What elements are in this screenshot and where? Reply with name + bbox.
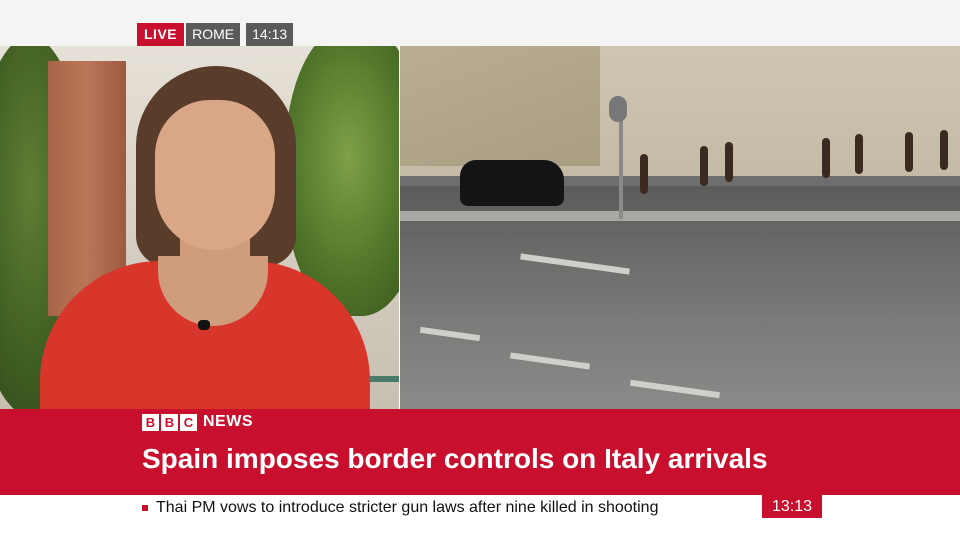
black-suv [460,160,564,206]
runner [855,134,863,174]
reporter [40,66,370,409]
news-ticker: Thai PM vows to introduce stricter gun l… [0,495,960,540]
live-badge: LIVE [137,23,185,46]
reporter-face [155,100,275,250]
lapel-mic [198,320,210,330]
bbc-news-logo: B B C NEWS [142,413,253,431]
bbc-logo-letter: C [180,413,197,431]
ticker-clock: 13:13 [762,495,822,518]
hillside-ramp [400,46,600,166]
reporter-video-panel [0,46,399,409]
location-badge: ROME [186,23,241,46]
news-label: NEWS [203,413,253,430]
local-time-badge: 14:13 [246,23,294,46]
runner [822,138,830,178]
curb [400,211,960,221]
road-sign [609,96,627,122]
live-indicator: LIVE ROME 14:13 [137,23,294,46]
ticker-text: Thai PM vows to introduce stricter gun l… [156,499,659,516]
bbc-logo-letter: B [142,413,159,431]
top-bar: LIVE ROME 14:13 [0,0,960,46]
street-video-panel [400,46,960,409]
runner [700,146,708,186]
headline: Spain imposes border controls on Italy a… [142,443,768,474]
runner [905,132,913,172]
lower-third: B B C NEWS Spain imposes border controls… [0,409,960,495]
ticker-bullet-icon [142,505,148,511]
runner [940,130,948,170]
runner [725,142,733,182]
bbc-logo-letter: B [161,413,178,431]
runner [640,154,648,194]
